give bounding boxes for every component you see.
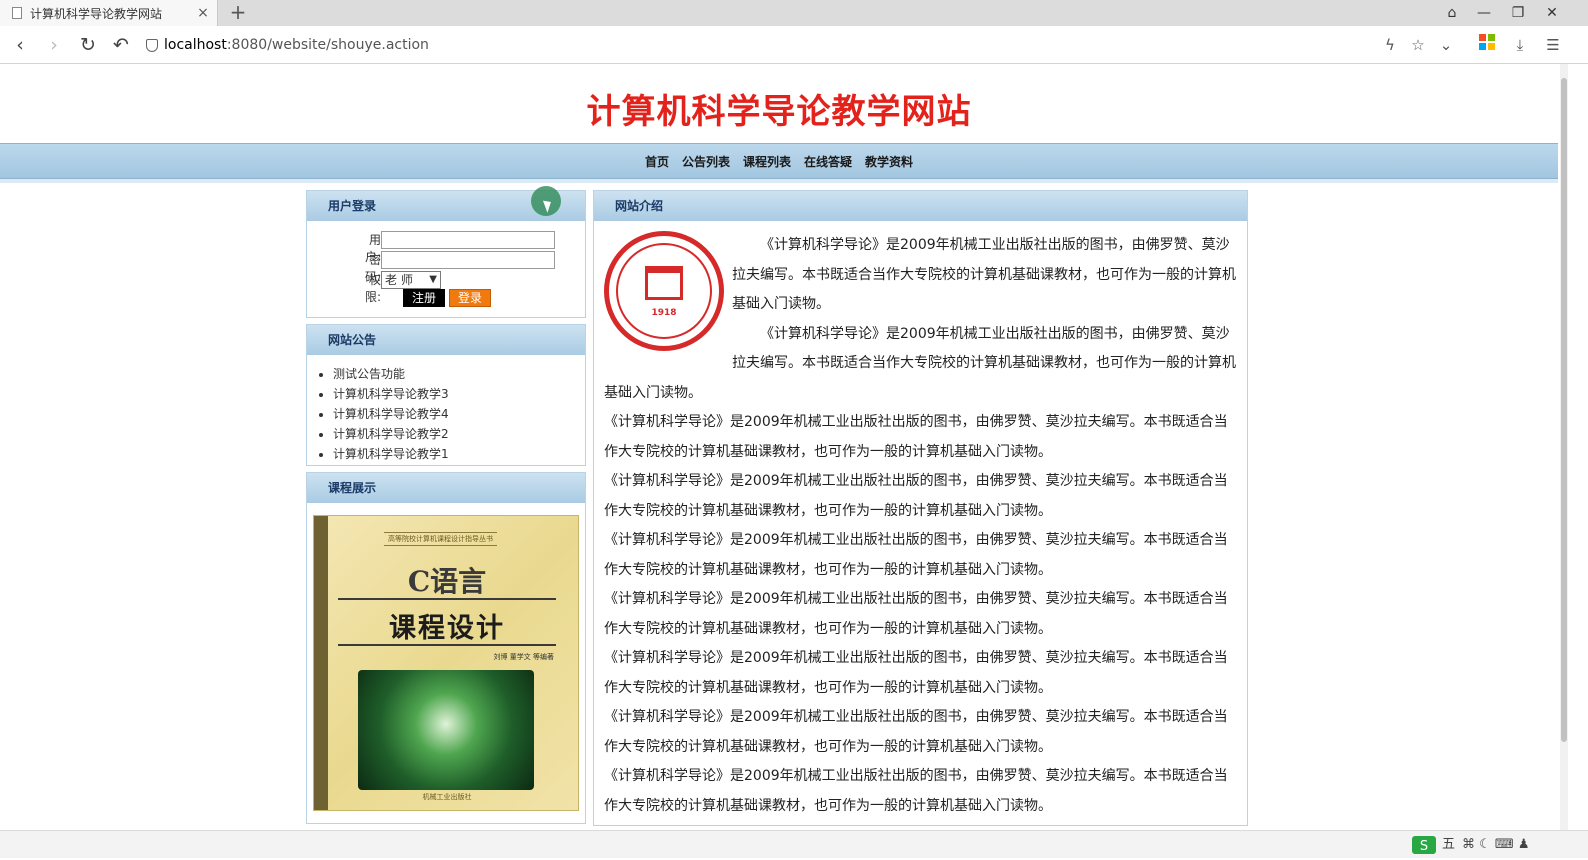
role-row: 权限: 老 师 ▼ — [353, 271, 563, 304]
lightning-icon[interactable]: ϟ — [1379, 34, 1401, 56]
intro-paragraph: 《计算机科学导论》是2009年机械工业出版社出版的图书，由佛罗赞、莫沙拉夫编写。… — [604, 591, 1228, 637]
nav-shadow — [0, 179, 1558, 183]
url-field[interactable]: localhost :8080/website/shouye.action — [146, 35, 429, 55]
intro-paragraph: 《计算机科学导论》是2009年机械工业出版社出版的图书，由佛罗赞、莫沙拉夫编写。… — [604, 709, 1228, 755]
notice-item[interactable]: 计算机科学导论教学1 — [333, 444, 585, 464]
status-bar — [0, 830, 1588, 858]
courses-header: 课程展示 — [307, 473, 585, 503]
url-path: :8080/website/shouye.action — [226, 37, 429, 53]
cover-authors: 刘博 董学文 等编著 — [493, 653, 554, 661]
back-button[interactable]: ‹ — [8, 33, 32, 57]
notice-item[interactable]: 计算机科学导论教学2 — [333, 424, 585, 444]
tab-close-icon[interactable]: × — [193, 5, 213, 21]
intro-header: 网站介绍 — [594, 191, 1247, 221]
nav-courses[interactable]: 课程列表 — [743, 153, 791, 170]
intro-paragraph: 《计算机科学导论》是2009年机械工业出版社出版的图书，由佛罗赞、莫沙拉夫编写。… — [604, 650, 1228, 696]
browser-tab-strip: 计算机科学导论教学网站 × + ⌂ — ❐ ✕ — [0, 0, 1588, 26]
notice-item[interactable]: 计算机科学导论教学4 — [333, 404, 585, 424]
ime-mode[interactable]: 五 — [1442, 836, 1455, 854]
minimize-button[interactable]: — — [1468, 0, 1500, 26]
nav-qa[interactable]: 在线答疑 — [804, 153, 852, 170]
shirt-icon[interactable]: ⌂ — [1436, 0, 1468, 26]
close-window-button[interactable]: ✕ — [1536, 0, 1568, 26]
chevron-down-icon[interactable]: ⌄ — [1435, 34, 1457, 56]
main-nav: 首页 公告列表 课程列表 在线答疑 教学资料 — [0, 143, 1558, 179]
page-icon — [12, 7, 22, 19]
nav-home[interactable]: 首页 — [645, 153, 669, 170]
password-input[interactable] — [381, 251, 555, 269]
notices-panel: 网站公告 测试公告功能 计算机科学导论教学3 计算机科学导论教学4 计算机科学导… — [306, 324, 586, 466]
cover-title-line2: 课程设计 — [389, 613, 505, 644]
intro-paragraph: 《计算机科学导论》是2009年机械工业出版社出版的图书，由佛罗赞、莫沙拉夫编写。… — [604, 414, 1228, 460]
nav-notices[interactable]: 公告列表 — [682, 153, 730, 170]
tray-icons[interactable]: ⌘ ☾ ⌨ ♟ — [1462, 836, 1529, 854]
restore-button[interactable]: ❐ — [1502, 0, 1534, 26]
notice-item[interactable]: 测试公告功能 — [333, 364, 585, 384]
username-input[interactable] — [381, 231, 555, 249]
shield-icon — [146, 38, 158, 52]
nav-materials[interactable]: 教学资料 — [865, 153, 913, 170]
tab-title: 计算机科学导论教学网站 — [30, 6, 163, 21]
forward-button[interactable]: › — [42, 33, 66, 57]
book-cover-image[interactable]: 高等院校计算机课程设计指导丛书 C语言 课程设计 刘博 董学文 等编著 机械工业… — [313, 515, 579, 811]
reload-button[interactable]: ↻ — [76, 33, 100, 57]
user-row: 用户: — [353, 231, 563, 264]
cover-series: 高等院校计算机课程设计指导丛书 — [384, 532, 497, 546]
undo-close-button[interactable]: ↶ — [109, 33, 133, 57]
address-bar: ‹ › ↻ ↶ localhost :8080/website/shouye.a… — [0, 26, 1588, 64]
browser-tab[interactable]: 计算机科学导论教学网站 × — [0, 0, 218, 26]
intro-paragraph: 《计算机科学导论》是2009年机械工业出版社出版的图书，由佛罗赞、莫沙拉夫编写。… — [604, 473, 1228, 519]
role-selected-value: 老 师 — [385, 273, 413, 287]
intro-panel: 网站介绍 1918 《计算机科学导论》是2009年机械工业出版社出版的图书，由佛… — [593, 190, 1248, 826]
url-host: localhost — [164, 37, 227, 53]
logo-spacer — [604, 231, 732, 353]
role-select[interactable]: 老 师 ▼ — [381, 271, 441, 289]
cover-rule — [338, 598, 556, 600]
intro-paragraph: 《计算机科学导论》是2009年机械工业出版社出版的图书，由佛罗赞、莫沙拉夫编写。… — [604, 532, 1228, 578]
intro-text: 《计算机科学导论》是2009年机械工业出版社出版的图书，由佛罗赞、莫沙拉夫编写。… — [604, 231, 1236, 821]
notice-item[interactable]: 计算机科学导论教学3 — [333, 384, 585, 404]
new-tab-button[interactable]: + — [228, 0, 248, 26]
register-button[interactable]: 注册 — [403, 289, 445, 307]
dropdown-arrow-icon: ▼ — [429, 274, 437, 285]
role-label: 权限: — [364, 273, 381, 304]
courses-panel: 课程展示 高等院校计算机课程设计指导丛书 C语言 课程设计 刘博 董学文 等编著… — [306, 472, 586, 824]
svg-text:S: S — [1420, 839, 1428, 854]
notices-header: 网站公告 — [307, 325, 585, 355]
web-page: 计算机科学导论教学网站 首页 公告列表 课程列表 在线答疑 教学资料 用户登录 … — [0, 64, 1568, 830]
download-icon[interactable]: ⤓ — [1509, 34, 1531, 56]
cover-publisher: 机械工业出版社 — [422, 793, 472, 801]
cover-title-line1: C语言 — [407, 565, 487, 598]
cover-rule — [338, 644, 556, 646]
intro-paragraph: 《计算机科学导论》是2009年机械工业出版社出版的图书，由佛罗赞、莫沙拉夫编写。… — [604, 768, 1228, 814]
site-title: 计算机科学导论教学网站 — [586, 92, 972, 132]
star-icon[interactable]: ☆ — [1407, 34, 1429, 56]
cover-artwork — [358, 670, 534, 790]
scrollbar-thumb[interactable] — [1561, 78, 1567, 742]
ime-icon[interactable]: S — [1412, 836, 1436, 854]
menu-icon[interactable]: ☰ — [1542, 34, 1564, 56]
vertical-scrollbar[interactable] — [1560, 64, 1568, 830]
windows-logo-icon[interactable] — [1476, 34, 1498, 56]
notices-list: 测试公告功能 计算机科学导论教学3 计算机科学导论教学4 计算机科学导论教学2 … — [307, 364, 585, 464]
password-row: 密码: — [353, 251, 563, 284]
login-button[interactable]: 登录 — [449, 289, 491, 307]
